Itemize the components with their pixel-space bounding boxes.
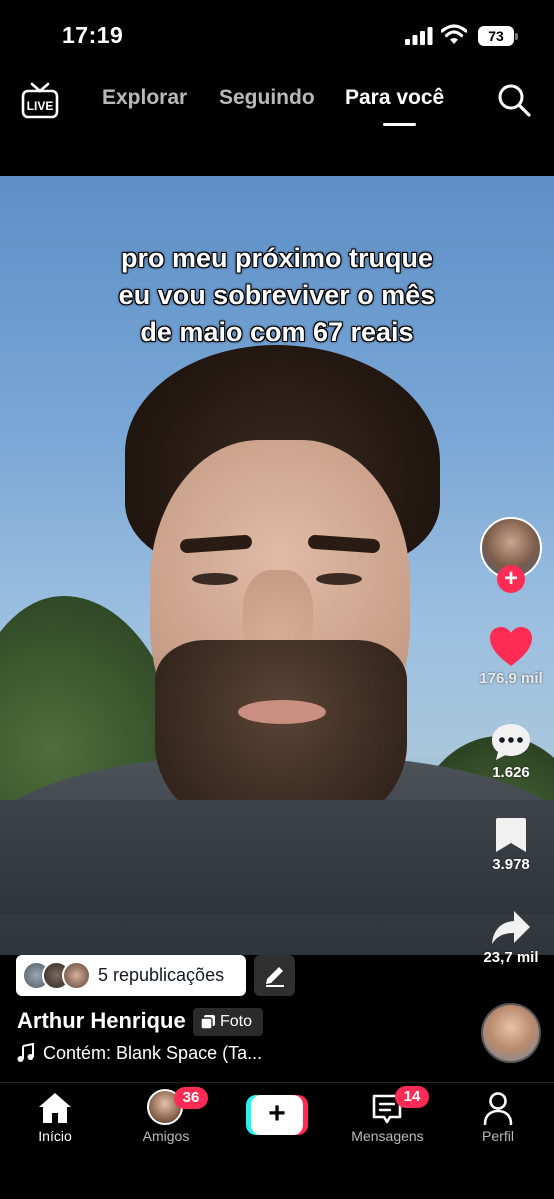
nav-label: Início bbox=[38, 1128, 72, 1144]
caption-line: de maio com 67 reais bbox=[140, 317, 414, 347]
share-button[interactable]: 23,7 mil bbox=[474, 909, 548, 966]
like-count: 176,9 mil bbox=[479, 670, 543, 687]
photo-icon bbox=[201, 1015, 215, 1029]
tab-explorar[interactable]: Explorar bbox=[102, 86, 187, 110]
save-count: 3.978 bbox=[492, 856, 530, 873]
bookmark-icon bbox=[496, 818, 526, 852]
live-tv-icon[interactable]: LIVE bbox=[20, 82, 60, 120]
active-tab-indicator bbox=[383, 123, 416, 126]
cellular-signal-icon bbox=[405, 27, 433, 45]
author-name[interactable]: Arthur Henrique bbox=[17, 1008, 186, 1034]
nav-label: Amigos bbox=[142, 1128, 190, 1144]
like-button[interactable]: 176,9 mil bbox=[474, 626, 548, 687]
friends-badge: 36 bbox=[174, 1087, 208, 1109]
caption-line: eu vou sobreviver o mês bbox=[118, 280, 436, 310]
reposts-pill[interactable]: 5 republicações bbox=[16, 955, 246, 996]
battery-indicator: 73 bbox=[478, 26, 518, 46]
music-disc[interactable] bbox=[481, 1003, 541, 1063]
tab-para-voce[interactable]: Para você bbox=[345, 86, 444, 110]
comment-icon bbox=[492, 724, 530, 760]
person-lips bbox=[238, 700, 326, 724]
messages-badge: 14 bbox=[395, 1086, 429, 1108]
pencil-icon bbox=[266, 967, 284, 987]
eye bbox=[316, 573, 362, 585]
bottom-nav: Início Amigos 36 + Mensagens 14 Perfil bbox=[0, 1082, 554, 1199]
home-icon bbox=[39, 1093, 71, 1123]
edit-button[interactable] bbox=[254, 955, 295, 996]
caption-line: pro meu próximo truque bbox=[120, 243, 434, 273]
share-count: 23,7 mil bbox=[483, 949, 539, 966]
avatar bbox=[62, 961, 91, 990]
svg-text:LIVE: LIVE bbox=[27, 99, 54, 113]
top-nav: LIVE Explorar Seguindo Para você bbox=[0, 70, 554, 140]
search-icon[interactable] bbox=[496, 82, 532, 118]
nav-label: Perfil bbox=[482, 1128, 514, 1144]
wifi-icon bbox=[441, 24, 467, 44]
comment-button[interactable]: 1.626 bbox=[474, 722, 548, 781]
eye bbox=[192, 573, 238, 585]
tab-seguindo[interactable]: Seguindo bbox=[219, 86, 315, 110]
nav-perfil[interactable]: Perfil bbox=[470, 1083, 526, 1153]
photo-badge: Foto bbox=[193, 1008, 263, 1036]
nav-label: Mensagens bbox=[351, 1128, 424, 1144]
photo-badge-label: Foto bbox=[220, 1013, 253, 1030]
person-shirt bbox=[0, 800, 554, 914]
create-button[interactable]: + bbox=[246, 1095, 308, 1135]
status-time: 17:19 bbox=[62, 22, 124, 48]
music-note-icon bbox=[17, 1043, 34, 1062]
comment-count: 1.626 bbox=[492, 764, 530, 781]
reposts-label: 5 republicações bbox=[98, 965, 225, 985]
music-title: Contém: Blank Space (Ta... bbox=[43, 1043, 263, 1063]
status-bar: 17:19 73 bbox=[0, 0, 554, 70]
heart-icon bbox=[490, 627, 532, 666]
profile-icon bbox=[483, 1092, 513, 1125]
repost-avatars bbox=[22, 961, 98, 990]
music-info[interactable]: Contém: Blank Space (Ta... bbox=[17, 1041, 307, 1067]
share-arrow-icon bbox=[492, 911, 530, 944]
follow-button[interactable]: + bbox=[497, 565, 525, 593]
plus-icon: + bbox=[251, 1095, 303, 1135]
save-button[interactable]: 3.978 bbox=[474, 816, 548, 873]
video-caption: pro meu próximo truque eu vou sobreviver… bbox=[60, 240, 494, 351]
